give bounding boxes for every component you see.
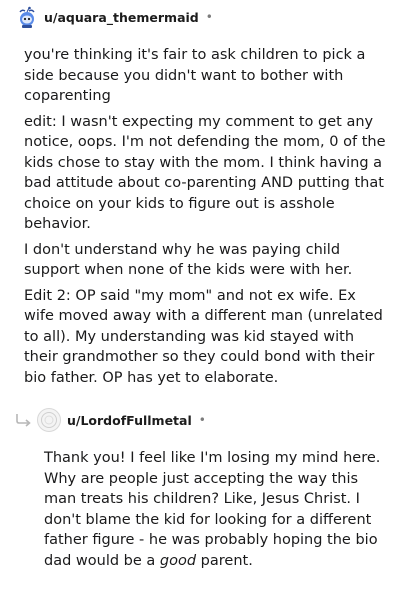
comment-2-emphasis: good <box>159 552 197 569</box>
comment-1-body: you're thinking it's fair to ask childre… <box>24 45 390 393</box>
comment-2-text-end: parent. <box>196 552 253 569</box>
comment-1-paragraph-3: I don't understand why he was paying chi… <box>24 241 353 279</box>
comment-2-username[interactable]: u/LordofFullmetal <box>67 413 192 428</box>
comment-1-paragraph-2: edit: I wasn't expecting my comment to g… <box>24 113 386 233</box>
reply-arrow-icon <box>14 412 34 428</box>
comment-1-paragraph-1: you're thinking it's fair to ask childre… <box>24 47 366 104</box>
snoo-avatar-icon[interactable] <box>16 6 38 28</box>
meta-separator: • <box>205 10 213 24</box>
default-avatar-icon[interactable] <box>37 408 61 432</box>
comment-2-header: u/LordofFullmetal • <box>14 408 206 432</box>
comment-1-header: u/aquara_themermaid • <box>16 5 213 29</box>
comment-1-paragraph-4: Edit 2: OP said "my mom" and not ex wife… <box>24 287 383 386</box>
meta-separator: • <box>198 413 206 427</box>
comment-2-body: Thank you! I feel like I'm losing my min… <box>44 448 390 576</box>
comment-2-paragraph-1: Thank you! I feel like I'm losing my min… <box>44 448 390 571</box>
comment-1-username[interactable]: u/aquara_themermaid <box>44 10 199 25</box>
comment-2-text: Thank you! I feel like I'm losing my min… <box>44 450 381 569</box>
